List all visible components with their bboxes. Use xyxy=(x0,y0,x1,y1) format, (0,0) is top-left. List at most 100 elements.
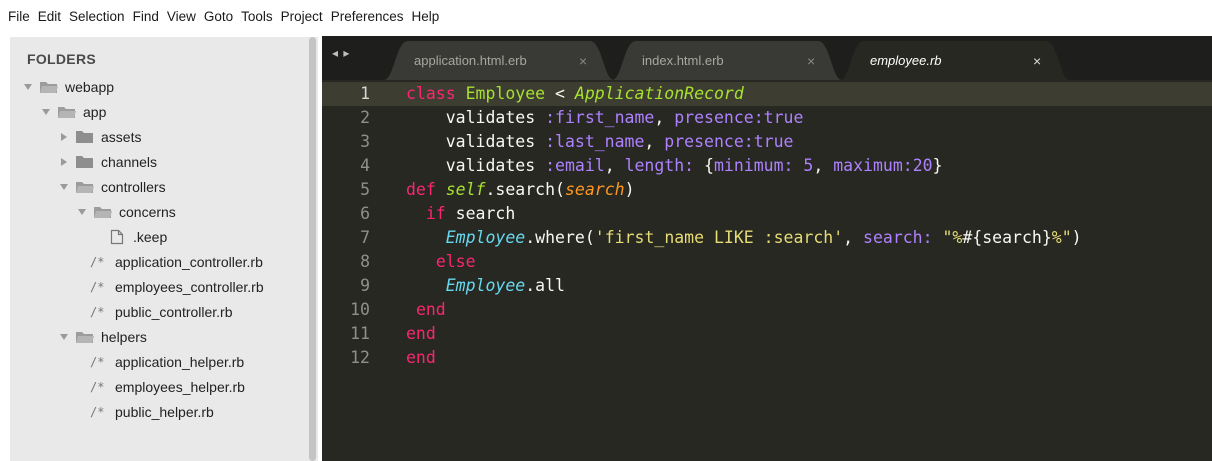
tree-item-webapp[interactable]: webapp xyxy=(22,75,114,99)
line-number: 12 xyxy=(350,348,370,367)
code-line-7: Employee.where('first_name LIKE :search'… xyxy=(445,228,1082,247)
expand-down-icon[interactable] xyxy=(40,106,52,118)
line-number: 9 xyxy=(360,276,370,295)
tree-item-employees-controller[interactable]: /* employees_controller.rb xyxy=(90,275,264,299)
tree-item-label: concerns xyxy=(119,204,176,220)
code-file-icon: /* xyxy=(90,280,105,294)
expand-down-icon[interactable] xyxy=(58,181,70,193)
open-folder-icon xyxy=(93,205,112,219)
code-file-icon: /* xyxy=(90,355,105,369)
code-area[interactable]: 1 2 3 4 5 6 7 8 9 10 11 12 class Employe… xyxy=(322,80,1212,461)
tree-item-concerns[interactable]: concerns xyxy=(76,200,176,224)
menu-help[interactable]: Help xyxy=(408,9,444,25)
close-icon[interactable]: × xyxy=(579,53,587,69)
expand-right-icon[interactable] xyxy=(58,131,70,143)
tree-item-label: application_controller.rb xyxy=(115,254,263,270)
closed-folder-icon xyxy=(75,155,94,169)
expand-down-icon[interactable] xyxy=(76,206,88,218)
tree-item-label: public_helper.rb xyxy=(115,404,214,420)
menu-goto[interactable]: Goto xyxy=(200,9,237,25)
tree-item-label: webapp xyxy=(65,79,115,95)
tab-label: index.html.erb xyxy=(642,53,724,68)
open-folder-icon xyxy=(39,80,58,94)
tree-item-label: channels xyxy=(101,154,158,170)
tab-label: application.html.erb xyxy=(414,53,527,68)
tab-label: employee.rb xyxy=(870,53,942,68)
tree-item-label: employees_helper.rb xyxy=(115,379,245,395)
open-folder-icon xyxy=(75,330,94,344)
folders-heading: FOLDERS xyxy=(27,51,96,67)
menu-find[interactable]: Find xyxy=(129,9,163,25)
menu-selection[interactable]: Selection xyxy=(65,9,129,25)
menu-preferences[interactable]: Preferences xyxy=(327,9,408,25)
line-number: 8 xyxy=(360,252,370,271)
tree-item-label: employees_controller.rb xyxy=(115,279,264,295)
tree-item-label: application_helper.rb xyxy=(115,354,245,370)
tree-item-app[interactable]: app xyxy=(40,100,106,124)
line-number: 5 xyxy=(360,180,370,199)
tree-item-label: app xyxy=(83,104,107,120)
code-file-icon: /* xyxy=(90,305,105,319)
line-number: 4 xyxy=(360,156,370,175)
menu-view[interactable]: View xyxy=(163,9,200,25)
code-line-10: end xyxy=(415,300,446,319)
menu-file[interactable]: File xyxy=(4,9,34,25)
line-number: 6 xyxy=(360,204,370,223)
file-icon xyxy=(110,229,124,245)
tree-item-label: helpers xyxy=(101,329,147,345)
folder-sidebar: FOLDERS webapp app assets channels contr… xyxy=(10,37,318,461)
tab-application-html-erb[interactable]: application.html.erb × xyxy=(384,41,614,80)
code-line-1: class Employee < ApplicationRecord xyxy=(406,84,744,103)
tree-item-public-helper[interactable]: /* public_helper.rb xyxy=(90,400,214,424)
code-line-11: end xyxy=(406,324,436,343)
tab-nav-arrows-icon[interactable]: ◂ ▸ xyxy=(332,46,350,60)
code-line-9: Employee.all xyxy=(445,276,565,295)
code-line-4: validates :email, length: {minimum: 5, m… xyxy=(406,156,943,175)
code-file-icon: /* xyxy=(90,380,105,394)
tree-item-label: controllers xyxy=(101,179,166,195)
tab-employee-rb[interactable]: employee.rb × xyxy=(840,41,1070,80)
code-file-icon: /* xyxy=(90,255,105,269)
line-number: 1 xyxy=(360,84,370,103)
tree-item-label: .keep xyxy=(133,229,168,245)
tree-item-assets[interactable]: assets xyxy=(58,125,141,149)
tree-item-application-helper[interactable]: /* application_helper.rb xyxy=(90,350,244,374)
tree-item-keep[interactable]: .keep xyxy=(110,225,167,249)
tab-index-html-erb[interactable]: index.html.erb × xyxy=(612,41,842,80)
closed-folder-icon xyxy=(75,130,94,144)
open-folder-icon xyxy=(75,180,94,194)
menu-project[interactable]: Project xyxy=(277,9,327,25)
tree-item-public-controller[interactable]: /* public_controller.rb xyxy=(90,300,233,324)
code-line-2: validates :first_name, presence:true xyxy=(406,108,804,127)
tree-item-label: assets xyxy=(101,129,142,145)
menu-bar: File Edit Selection Find View Goto Tools… xyxy=(0,0,1212,32)
line-number: 7 xyxy=(360,228,370,247)
tree-item-controllers[interactable]: controllers xyxy=(58,175,166,199)
code-line-12: end xyxy=(406,348,436,367)
tree-item-label: public_controller.rb xyxy=(115,304,233,320)
expand-down-icon[interactable] xyxy=(58,331,70,343)
expand-down-icon[interactable] xyxy=(22,81,34,93)
code-line-3: validates :last_name, presence:true xyxy=(406,132,794,151)
menu-edit[interactable]: Edit xyxy=(34,9,65,25)
close-icon[interactable]: × xyxy=(1033,53,1041,69)
code-line-6: if search xyxy=(425,204,516,223)
code-line-8: else xyxy=(435,252,476,271)
open-folder-icon xyxy=(57,105,76,119)
tree-item-helpers[interactable]: helpers xyxy=(58,325,147,349)
tree-item-employees-helper[interactable]: /* employees_helper.rb xyxy=(90,375,245,399)
tree-item-channels[interactable]: channels xyxy=(58,150,157,174)
expand-right-icon[interactable] xyxy=(58,156,70,168)
line-number: 2 xyxy=(360,108,370,127)
tree-item-application-controller[interactable]: /* application_controller.rb xyxy=(90,250,263,274)
code-editor[interactable]: ◂ ▸ application.html.erb × index.html.er… xyxy=(322,36,1212,461)
menu-tools[interactable]: Tools xyxy=(237,9,277,25)
line-number: 11 xyxy=(350,324,370,343)
line-number: 3 xyxy=(360,132,370,151)
code-file-icon: /* xyxy=(90,405,105,419)
line-number: 10 xyxy=(350,300,370,319)
tab-bar: ◂ ▸ application.html.erb × index.html.er… xyxy=(322,36,1212,80)
sidebar-scrollbar[interactable] xyxy=(309,37,316,461)
code-line-5: def self.search(search) xyxy=(406,180,635,199)
close-icon[interactable]: × xyxy=(807,53,815,69)
